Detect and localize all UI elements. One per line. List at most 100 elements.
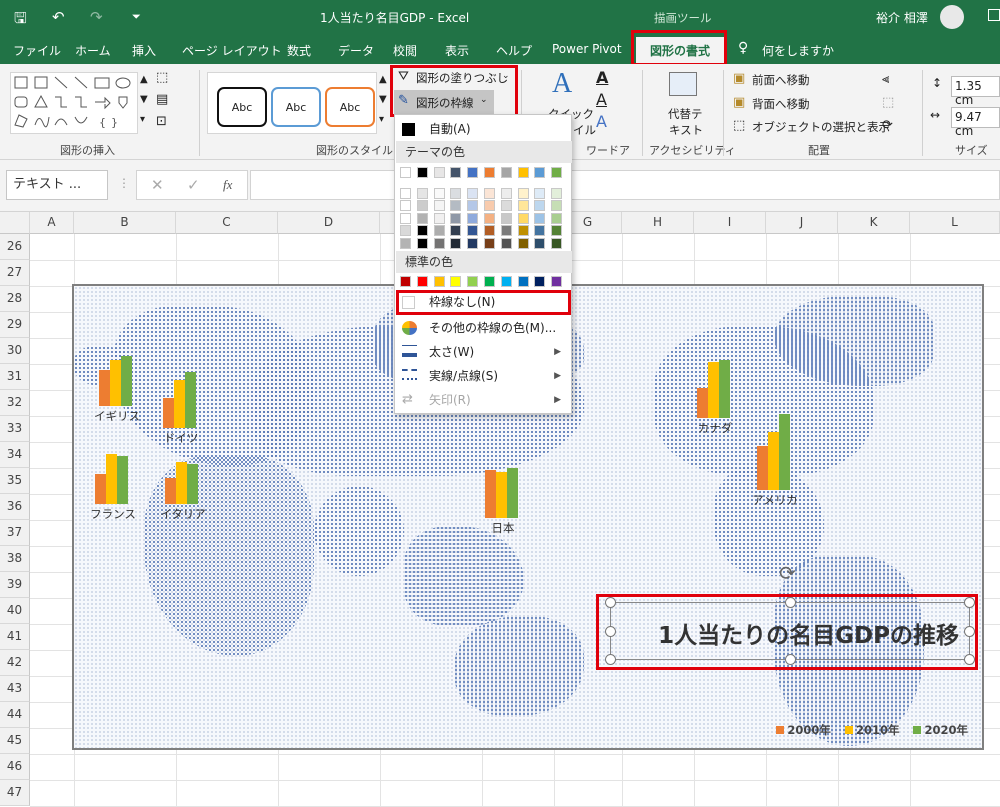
row-header[interactable]: 34 xyxy=(0,442,30,468)
row-header[interactable]: 42 xyxy=(0,650,30,676)
standard-color-swatch[interactable] xyxy=(500,276,512,287)
tab-formulas[interactable]: 数式 xyxy=(287,42,311,59)
column-header-a[interactable]: A xyxy=(30,212,74,234)
row-header[interactable]: 39 xyxy=(0,572,30,598)
style-gallery-down-icon[interactable]: ▼ xyxy=(379,94,387,105)
row-header[interactable]: 47 xyxy=(0,780,30,806)
theme-color-swatch[interactable] xyxy=(500,212,512,224)
standard-color-swatch[interactable] xyxy=(416,276,428,287)
theme-color-swatch[interactable] xyxy=(551,237,563,249)
rotate-handle-icon[interactable]: ⟳ xyxy=(779,561,796,585)
theme-color-swatch[interactable] xyxy=(467,237,479,249)
column-header-b[interactable]: B xyxy=(74,212,176,234)
column-header-l[interactable]: L xyxy=(910,212,1000,234)
theme-color-swatch[interactable] xyxy=(484,212,495,224)
alt-text-icon[interactable] xyxy=(669,72,697,96)
theme-color-swatch[interactable] xyxy=(551,225,563,236)
theme-color-swatch[interactable] xyxy=(450,225,462,236)
row-header[interactable]: 41 xyxy=(0,624,30,650)
theme-color-swatch[interactable] xyxy=(416,212,428,224)
menu-item-dashes[interactable]: 実線/点線(S) ▶ xyxy=(395,364,571,388)
standard-color-swatch[interactable] xyxy=(450,276,462,287)
resize-handle[interactable] xyxy=(605,654,616,665)
merge-shapes-icon[interactable]: ⊡ xyxy=(156,114,167,129)
resize-handle[interactable] xyxy=(785,654,796,665)
resize-handle[interactable] xyxy=(964,597,975,608)
theme-color-swatch[interactable] xyxy=(517,212,529,224)
row-header[interactable]: 45 xyxy=(0,728,30,754)
standard-color-swatch[interactable] xyxy=(551,276,563,287)
select-all-corner[interactable] xyxy=(0,212,30,234)
tab-data[interactable]: データ xyxy=(338,42,374,59)
theme-color-swatch[interactable] xyxy=(551,187,563,199)
theme-color-swatch[interactable] xyxy=(433,167,445,178)
theme-color-swatch[interactable] xyxy=(450,200,462,211)
row-header[interactable]: 31 xyxy=(0,364,30,390)
theme-color-swatch[interactable] xyxy=(416,200,428,211)
shapes-gallery[interactable]: {} xyxy=(10,72,138,134)
menu-item-more-colors[interactable]: その他の枠線の色(M)... xyxy=(395,316,571,340)
text-outline-icon[interactable]: A xyxy=(596,90,607,109)
theme-color-swatch[interactable] xyxy=(400,200,411,211)
standard-color-swatch[interactable] xyxy=(400,276,411,287)
column-header-i[interactable]: I xyxy=(694,212,766,234)
gallery-more-icon[interactable]: ▾ xyxy=(140,114,145,125)
standard-color-swatch[interactable] xyxy=(534,276,546,287)
row-header[interactable]: 29 xyxy=(0,312,30,338)
theme-color-swatch[interactable] xyxy=(517,187,529,199)
resize-handle[interactable] xyxy=(964,626,975,637)
theme-color-swatch[interactable] xyxy=(517,200,529,211)
row-header[interactable]: 44 xyxy=(0,702,30,728)
title-text-box[interactable]: 1人当たりの名目GDPの推移 ⟳ xyxy=(605,561,975,665)
row-header[interactable]: 35 xyxy=(0,468,30,494)
tab-home[interactable]: ホーム xyxy=(75,42,111,59)
theme-color-swatch[interactable] xyxy=(400,225,411,236)
standard-color-swatch[interactable] xyxy=(484,276,495,287)
menu-item-weight[interactable]: 太さ(W) ▶ xyxy=(395,340,571,364)
column-header-h[interactable]: H xyxy=(622,212,694,234)
standard-color-swatch[interactable] xyxy=(517,276,529,287)
theme-color-swatch[interactable] xyxy=(484,187,495,199)
row-header[interactable]: 32 xyxy=(0,390,30,416)
row-header[interactable]: 30 xyxy=(0,338,30,364)
alt-text-button-line2[interactable]: キスト xyxy=(669,122,703,138)
row-header[interactable]: 43 xyxy=(0,676,30,702)
align-icon[interactable]: ⫷ xyxy=(882,72,889,87)
theme-color-swatch[interactable] xyxy=(450,187,462,199)
column-header-c[interactable]: C xyxy=(176,212,278,234)
theme-color-swatch[interactable] xyxy=(534,212,546,224)
theme-color-swatch[interactable] xyxy=(551,200,563,211)
wordart-a-icon[interactable]: A xyxy=(552,68,572,100)
theme-color-swatch[interactable] xyxy=(467,212,479,224)
style-swatch-2[interactable]: Abc xyxy=(271,87,321,127)
theme-color-swatch[interactable] xyxy=(450,167,462,178)
text-fill-icon[interactable]: A xyxy=(596,68,608,87)
bring-forward-button[interactable]: 前面へ移動 xyxy=(752,72,810,88)
theme-color-swatch[interactable] xyxy=(500,237,512,249)
theme-color-swatch[interactable] xyxy=(416,225,428,236)
theme-color-swatch[interactable] xyxy=(484,237,495,249)
theme-color-swatch[interactable] xyxy=(484,225,495,236)
theme-color-swatch[interactable] xyxy=(400,237,411,249)
theme-color-swatch[interactable] xyxy=(551,212,563,224)
outline-dropdown-icon[interactable]: ⌄ xyxy=(480,95,488,105)
group-icon[interactable]: ⬚ xyxy=(882,95,894,110)
theme-color-swatch[interactable] xyxy=(467,200,479,211)
row-header[interactable]: 36 xyxy=(0,494,30,520)
name-box[interactable]: テキスト ... xyxy=(6,170,108,200)
gallery-up-icon[interactable]: ▲ xyxy=(140,74,148,85)
resize-handle[interactable] xyxy=(605,626,616,637)
theme-color-swatch[interactable] xyxy=(433,200,445,211)
theme-color-swatch[interactable] xyxy=(484,200,495,211)
send-backward-button[interactable]: 背面へ移動 xyxy=(752,96,810,112)
edit-shape-icon[interactable]: ⬚ xyxy=(156,70,168,85)
column-header-j[interactable]: J xyxy=(766,212,838,234)
tab-help[interactable]: ヘルプ xyxy=(496,42,532,59)
theme-color-swatch[interactable] xyxy=(500,225,512,236)
resize-handle[interactable] xyxy=(605,597,616,608)
height-input[interactable]: 1.35 cm xyxy=(951,76,1000,107)
theme-color-swatch[interactable] xyxy=(534,237,546,249)
text-box-icon[interactable]: ▤ xyxy=(156,92,168,107)
theme-color-swatch[interactable] xyxy=(467,225,479,236)
tab-review[interactable]: 校閲 xyxy=(393,42,417,59)
